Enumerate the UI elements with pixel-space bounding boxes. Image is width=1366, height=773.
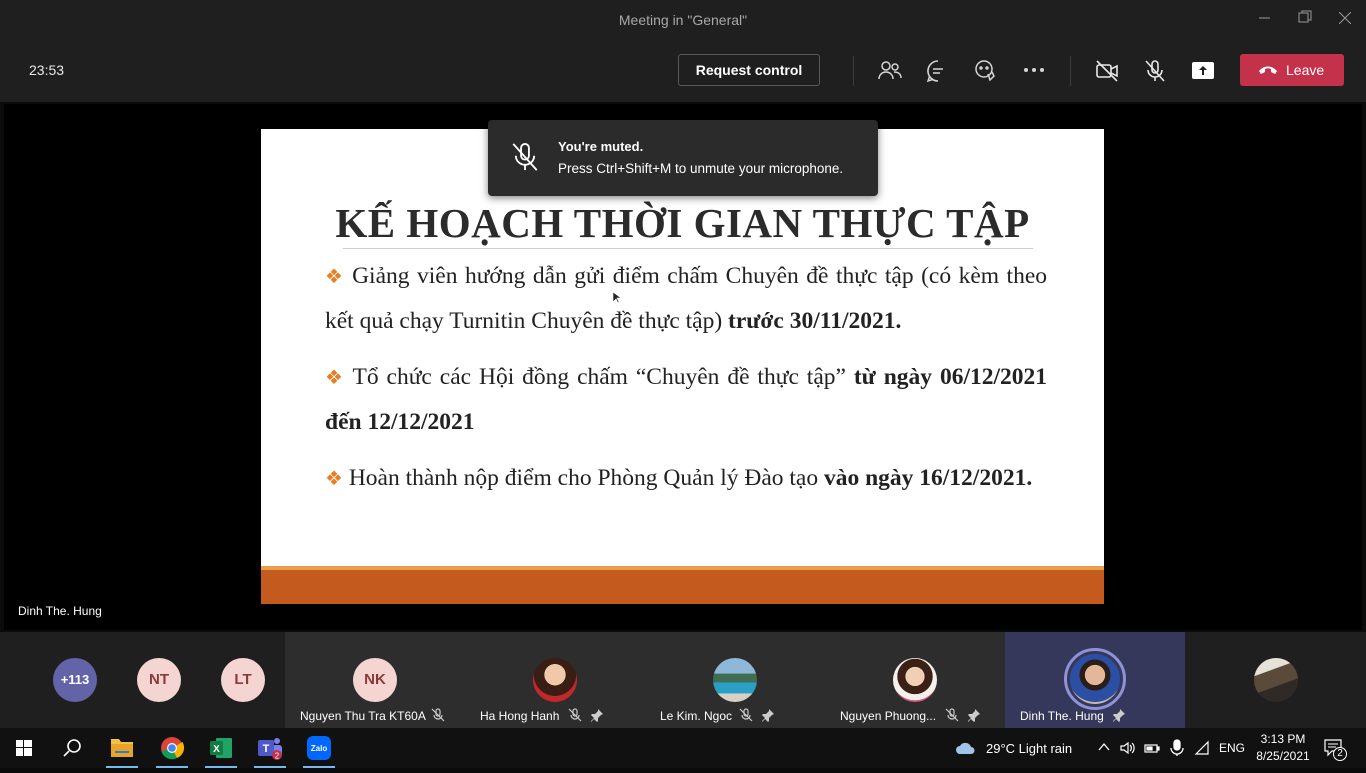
participant-photo (533, 658, 577, 702)
participant-name: Dinh The. Hung (1020, 709, 1104, 723)
participant-photo (713, 658, 757, 702)
share-screen-icon[interactable] (1190, 58, 1216, 84)
pin-icon[interactable] (1112, 708, 1126, 722)
mic-off-icon (945, 708, 959, 722)
participant-avatar[interactable]: NT (137, 658, 181, 702)
participant-name: Le Kim. Ngoc (660, 709, 733, 723)
zalo-icon[interactable]: Zalo (295, 728, 343, 768)
request-control-button[interactable]: Request control (678, 54, 820, 86)
svg-text:Zalo: Zalo (311, 744, 328, 753)
mic-off-icon (568, 708, 582, 722)
file-explorer-icon[interactable] (98, 728, 146, 768)
windows-start-icon[interactable] (0, 728, 48, 768)
bullet-bold: trước 30/11/2021. (728, 308, 902, 334)
windows-taskbar: X T2 Zalo 29°C Light rain ENG 3:13 PM 8/… (0, 728, 1366, 768)
meeting-toolbar: 23:53 Request control Leave (0, 40, 1366, 102)
participant-name: Nguyen Phuong... (840, 709, 937, 723)
hang-up-icon (1259, 66, 1277, 74)
participant-avatar[interactable]: LT (221, 658, 265, 702)
close-icon[interactable] (1333, 8, 1357, 32)
slide-footer-bar (261, 570, 1104, 604)
weather-text[interactable]: 29°C Light rain (986, 741, 1072, 756)
toast-title: You're muted. (558, 139, 644, 154)
toast-message: Press Ctrl+Shift+M to unmute your microp… (558, 161, 844, 176)
more-participants-button[interactable]: +113 (53, 658, 97, 702)
pin-icon[interactable] (761, 708, 775, 722)
slide-bullet: ❖ Giảng viên hướng dẫn gửi điểm chấm Chu… (325, 254, 1047, 343)
participant-photo (1070, 654, 1120, 704)
participant-avatar: NK (353, 658, 397, 702)
active-speaker-name: Dinh The. Hung (18, 604, 102, 618)
slide-bullet: ❖ Hoàn thành nộp điểm cho Phòng Quản lý … (325, 456, 1047, 501)
diamond-bullet-icon: ❖ (325, 468, 343, 490)
more-actions-icon[interactable] (1021, 58, 1047, 84)
reactions-icon[interactable] (973, 58, 999, 84)
teams-icon[interactable]: T2 (246, 728, 294, 768)
slide-heading: KẾ HOẠCH THỜI GIAN THỰC TẬP (335, 200, 1030, 246)
camera-off-icon[interactable] (1094, 58, 1120, 84)
wifi-icon[interactable] (1194, 740, 1210, 756)
clock-time[interactable]: 3:13 PM (1254, 732, 1312, 746)
toolbar-divider (1070, 56, 1071, 86)
participants-icon[interactable] (877, 58, 903, 84)
diamond-bullet-icon: ❖ (325, 266, 345, 288)
window-title: Meeting in "General" (618, 12, 748, 28)
mic-off-icon[interactable] (1142, 58, 1168, 84)
bullet-text: Hoàn thành nộp điểm cho Phòng Quản lý Đà… (348, 465, 824, 491)
pin-icon[interactable] (590, 708, 604, 722)
meeting-timer: 23:53 (29, 62, 65, 78)
toolbar-divider (853, 56, 854, 86)
mic-off-icon (739, 708, 753, 722)
excel-icon[interactable]: X (197, 728, 245, 768)
participant-tile[interactable]: NK Nguyen Thu Tra KT60A (285, 632, 465, 728)
participant-name: Ha Hong Hanh (480, 709, 560, 723)
participant-photo (893, 658, 937, 702)
pin-icon[interactable] (967, 708, 981, 722)
svg-text:T: T (263, 743, 270, 755)
svg-text:X: X (213, 744, 220, 755)
input-language[interactable]: ENG (1219, 741, 1245, 755)
participant-gallery: +113 NT LT NK Nguyen Thu Tra KT60A Ha Ho… (0, 632, 1366, 728)
leave-button[interactable]: Leave (1240, 54, 1344, 86)
bullet-text: Tổ chức các Hội đồng chấm “Chuyên đề thự… (352, 364, 854, 390)
title-bar: Meeting in "General" (0, 0, 1366, 40)
volume-icon[interactable] (1119, 740, 1135, 756)
search-icon[interactable] (48, 728, 96, 768)
diamond-bullet-icon: ❖ (325, 367, 345, 389)
bullet-bold: vào ngày 16/12/2021. (823, 465, 1033, 491)
microphone-in-use-icon[interactable] (1169, 739, 1185, 757)
slide-bullet: ❖ Tổ chức các Hội đồng chấm “Chuyên đề t… (325, 355, 1047, 444)
leave-label: Leave (1286, 62, 1325, 78)
participant-tile[interactable]: Le Kim. Ngoc (645, 632, 825, 728)
presentation-slide: KẾ HOẠCH THỜI GIAN THỰC TẬP ❖ Giảng viên… (261, 129, 1104, 604)
muted-notification: You're muted. Press Ctrl+Shift+M to unmu… (488, 120, 878, 196)
minimize-icon[interactable] (1253, 8, 1277, 32)
participant-tile[interactable]: Nguyen Phuong... (825, 632, 1005, 728)
participant-photo[interactable] (1254, 658, 1298, 702)
participant-tile[interactable]: Ha Hong Hanh (465, 632, 645, 728)
chrome-icon[interactable] (148, 728, 196, 768)
chat-icon[interactable] (925, 58, 951, 84)
svg-text:2: 2 (275, 752, 280, 761)
bullet-text: Giảng viên hướng dẫn gửi điểm chấm Chuyê… (325, 263, 1048, 334)
battery-icon[interactable] (1144, 740, 1160, 756)
participant-tile-active-speaker[interactable]: Dinh The. Hung (1005, 632, 1185, 728)
clock-date[interactable]: 8/25/2021 (1254, 749, 1312, 763)
chevron-up-icon[interactable] (1098, 742, 1110, 752)
mic-off-icon (431, 708, 445, 722)
weather-cloud-icon (956, 742, 975, 754)
slide-divider (343, 248, 1033, 249)
mic-muted-icon (512, 143, 538, 171)
notification-count-badge: 2 (1333, 747, 1347, 761)
mouse-cursor-icon (613, 292, 621, 304)
restore-icon[interactable] (1293, 8, 1317, 32)
participant-name: Nguyen Thu Tra KT60A (300, 709, 426, 723)
